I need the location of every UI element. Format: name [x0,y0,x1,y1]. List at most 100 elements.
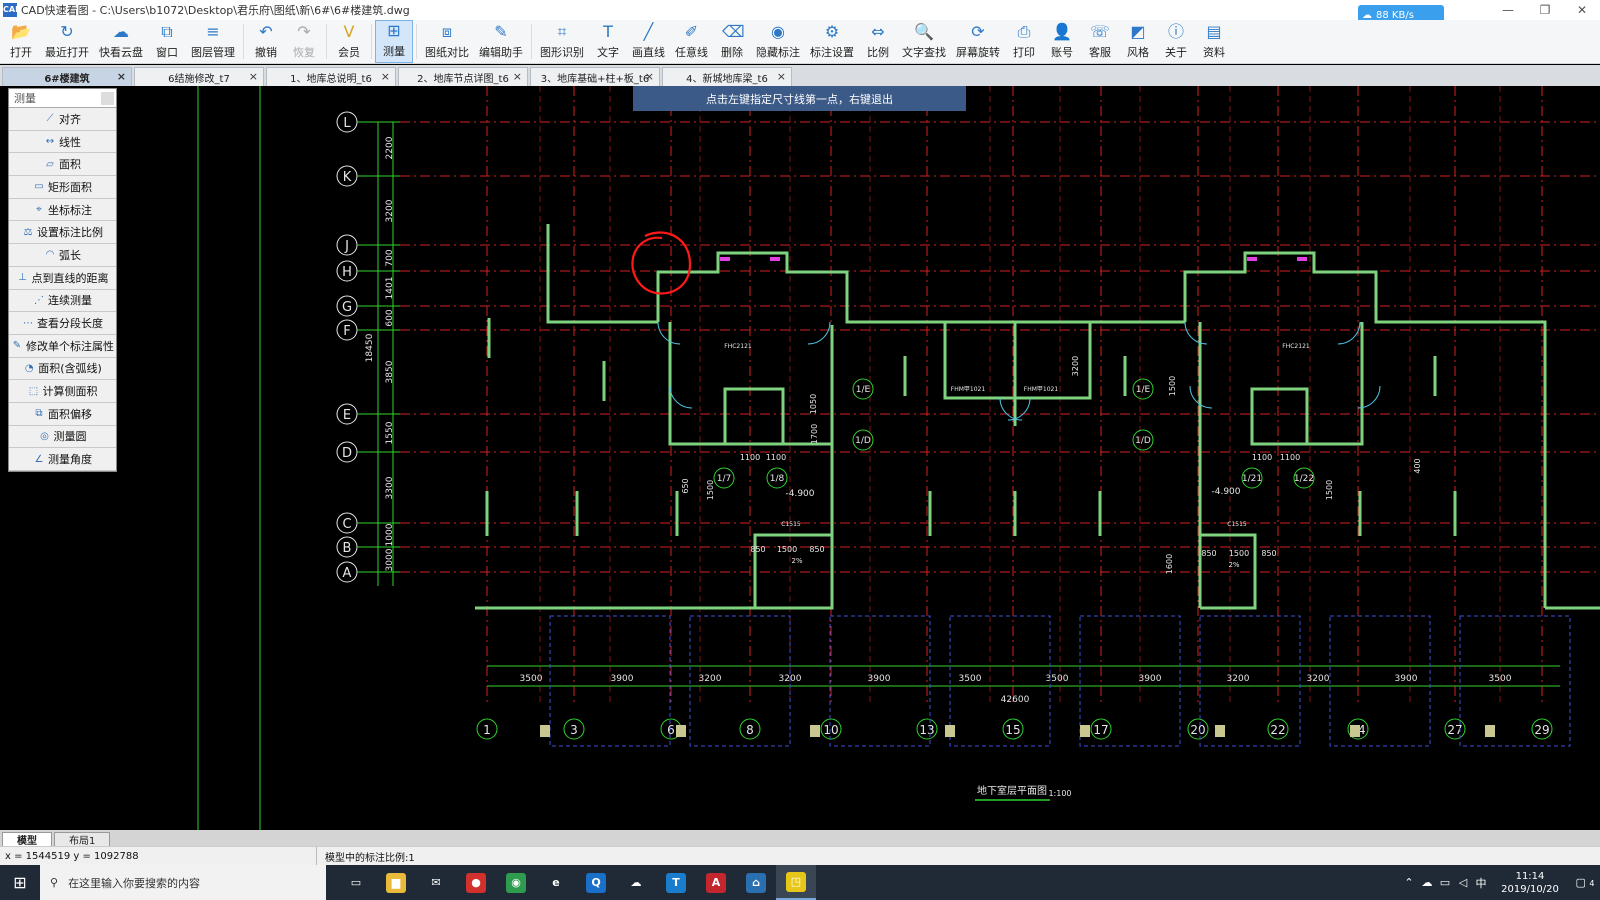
windows-taskbar: ⊞ ⚲ 在这里输入你要搜索的内容 ▭ ▆ ✉ ● ◉ e Q ☁ T A ⌂ ◳ ⌃ ☁ ▭ ◁ 中 … [0,865,1600,900]
close-button[interactable]: ✕ [1564,0,1600,20]
taskbar-app[interactable]: e [536,865,576,900]
start-button[interactable]: ⊞ [0,865,40,900]
taskbar-app[interactable]: A [696,865,736,900]
toolbar-scale-button[interactable]: ⇔ 比例 [859,20,897,63]
layout-tab[interactable]: 布局1 [54,832,111,847]
drawing-annotation: 1/22 [1294,474,1314,484]
taskbar-app[interactable]: ✉ [416,865,456,900]
close-icon[interactable]: × [117,70,126,83]
measure-tool-rect-area[interactable]: ▭ 矩形面积 [9,176,116,199]
toolbar-redo-button[interactable]: ↷ 恢复 [285,20,323,63]
measure-tool-arc-length[interactable]: ◠ 弧长 [9,244,116,267]
measure-tool-angle[interactable]: ∠ 测量角度 [9,448,116,471]
toolbar-style-button[interactable]: ◩ 风格 [1119,20,1157,63]
toolbar-folder-open-button[interactable]: 📂 打开 [2,20,40,63]
measure-tool-coordinate[interactable]: ⌖ 坐标标注 [9,199,116,222]
document-tab[interactable]: 6#楼建筑 × [2,67,132,86]
layout-tab[interactable]: 模型 [2,832,52,847]
toolbar-freehand-button[interactable]: ✐ 任意线 [670,20,713,63]
hide-annotation-icon: ◉ [771,22,785,41]
measure-tool-segment-length[interactable]: ⋯ 查看分段长度 [9,312,116,335]
toolbar-info-button[interactable]: ⓘ 关于 [1157,20,1195,63]
volume-icon[interactable]: ◁ [1454,876,1472,889]
taskbar-search[interactable]: ⚲ 在这里输入你要搜索的内容 [40,865,326,900]
ime-indicator[interactable]: 中 [1472,875,1490,891]
taskbar-app[interactable]: ▭ [336,865,376,900]
measure-tool-linear-dimension[interactable]: ↔ 线性 [9,131,116,154]
measure-tool-point-line-distance[interactable]: ⊥ 点到直线的距离 [9,267,116,290]
taskbar-app[interactable]: ▆ [376,865,416,900]
toolbar-text-search-button[interactable]: 🔍 文字查找 [897,20,951,63]
restore-button[interactable]: ❐ [1527,0,1563,20]
panel-close-icon[interactable] [101,92,114,105]
toolbar-undo-button[interactable]: ↶ 撤销 [247,20,285,63]
door-swing [1337,321,1361,345]
measure-tool-arc-area[interactable]: ◔ 面积(含弧线) [9,358,116,381]
toolbar-label: 比例 [867,46,889,59]
close-icon[interactable]: × [513,70,522,83]
notification-button[interactable]: ▢ 4 [1570,876,1600,889]
toolbar-rotate-button[interactable]: ⟳ 屏幕旋转 [951,20,1005,63]
drawing-annotation: C1515 [1227,521,1247,528]
axis-label: A [343,566,352,581]
close-icon[interactable]: × [645,70,654,83]
document-tab[interactable]: 2、地库节点详图_t6 × [398,67,528,86]
taskbar-app[interactable]: Q [576,865,616,900]
dimension-text: 3200 [1071,356,1080,376]
close-icon[interactable]: × [249,70,258,83]
toolbar-cloud-button[interactable]: ☁ 快看云盘 [94,20,148,63]
axis-label: 1 [483,723,491,737]
document-tab[interactable]: 1、地库总说明_t6 × [266,67,396,86]
toolbar-vip-button[interactable]: V 会员 [330,20,368,63]
toolbar-account-button[interactable]: 👤 账号 [1043,20,1081,63]
toolbar-compare-button[interactable]: ⧈ 图纸对比 [420,20,474,63]
toolbar-label: 最近打开 [45,46,89,59]
cad-canvas[interactable]: L K J H G F E D C B A 2200 3200 700 1401 600 3850 1550 330… [0,86,1600,830]
taskbar-app[interactable]: ☁ [616,865,656,900]
measure-tool-area-offset[interactable]: ⧉ 面积偏移 [9,403,116,426]
drawing-annotation: 1100 [1280,453,1300,462]
dimension-text: 650 [681,478,690,493]
document-tab[interactable]: 3、地库基础+柱+板_t6 × [530,67,660,86]
toolbar-layers-button[interactable]: ≡ 图层管理 [186,20,240,63]
mail-icon: ✉ [426,872,446,893]
toolbar-shape-recognize-button[interactable]: ⌗ 图形识别 [535,20,589,63]
taskbar-app[interactable]: ◉ [496,865,536,900]
chevron-up-icon[interactable]: ⌃ [1400,876,1418,889]
toolbar-docs-button[interactable]: ▤ 资料 [1195,20,1233,63]
measure-tool-edit-annotation[interactable]: ✎ 修改单个标注属性 [9,335,116,358]
document-tab[interactable]: 4、新城地库梁_t6 × [662,67,792,86]
toolbar-text-button[interactable]: T 文字 [589,20,627,63]
toolbar-edit-assistant-button[interactable]: ✎ 编辑助手 [474,20,528,63]
toolbar-window-button[interactable]: ⧉ 窗口 [148,20,186,63]
measure-tool-continuous-measure[interactable]: ⋰ 连续测量 [9,290,116,313]
close-icon[interactable]: × [777,70,786,83]
clock[interactable]: 11:14 2019/10/20 [1490,870,1570,896]
toolbar-annotation-settings-button[interactable]: ⚙ 标注设置 [805,20,859,63]
toolbar-history-button[interactable]: ↻ 最近打开 [40,20,94,63]
measure-tool-set-scale[interactable]: ⚖ 设置标注比例 [9,221,116,245]
taskbar-app[interactable]: ● [456,865,496,900]
toolbar-measure-button[interactable]: ⊞ 测量 [375,20,413,63]
toolbar-eraser-button[interactable]: ⌫ 删除 [713,20,751,63]
onedrive-icon[interactable]: ☁ [1418,876,1436,889]
toolbar-print-button[interactable]: ⎙ 打印 [1005,20,1043,63]
cad-drawing[interactable]: LKJHGFEDCBA22003200700140160038501550330… [0,86,1600,830]
document-tab[interactable]: 6结施修改_t7 × [134,67,264,86]
clock-date: 2019/10/20 [1501,883,1559,895]
compare-icon: ⧈ [441,22,453,41]
toolbar-hide-annotation-button[interactable]: ◉ 隐藏标注 [751,20,805,63]
measure-tool-area[interactable]: ▱ 面积 [9,153,116,177]
toolbar-headset-button[interactable]: ☏ 客服 [1081,20,1119,63]
measure-tool-align-dimension[interactable]: ⟋ 对齐 [9,108,116,131]
close-icon[interactable]: × [381,70,390,83]
minimize-button[interactable]: — [1490,0,1526,20]
taskbar-app[interactable]: ⌂ [736,865,776,900]
measure-tool-side-area[interactable]: ⬚ 计算侧面积 [9,380,116,403]
network-icon[interactable]: ▭ [1436,876,1454,889]
toolbar-line-button[interactable]: ╱ 画直线 [627,20,670,63]
taskbar-app[interactable]: ◳ [776,865,816,900]
taskbar-app[interactable]: T [656,865,696,900]
measure-tool-circle-measure[interactable]: ◎ 测量圆 [9,426,116,449]
door-swing [807,321,831,345]
